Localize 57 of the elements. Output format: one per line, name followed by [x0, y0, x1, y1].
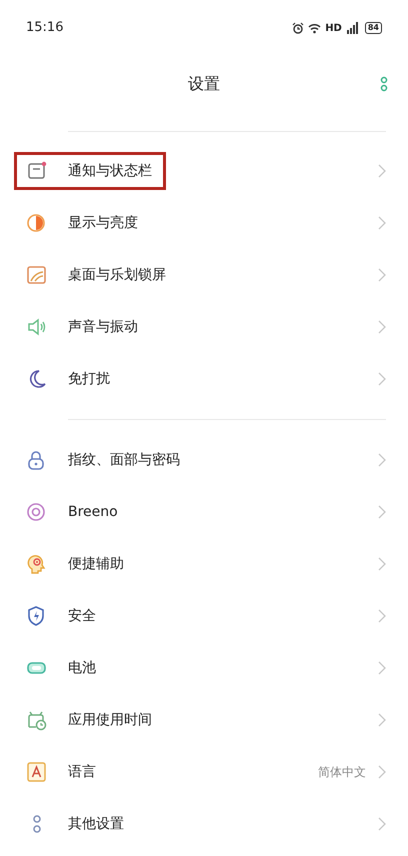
chevron-icon	[378, 505, 386, 519]
setting-label: 其他设置	[68, 814, 124, 834]
settings-row[interactable]: Breeno	[0, 486, 408, 538]
setting-label: 桌面与乐划锁屏	[68, 266, 166, 284]
setting-label: 电池	[68, 658, 96, 678]
image-icon	[26, 264, 48, 286]
chevron-icon	[378, 609, 386, 623]
settings-row[interactable]: 声音与振动	[0, 301, 408, 353]
setting-label: 指纹、面部与密码	[68, 450, 180, 470]
settings-row[interactable]: 其他设置	[0, 798, 408, 850]
settings-row[interactable]: 便捷辅助	[0, 538, 408, 590]
clock-text: 15:16	[26, 19, 64, 38]
settings-row[interactable]: 免打扰	[0, 353, 408, 405]
chevron-icon	[378, 557, 386, 571]
setting-label: 免打扰	[68, 370, 110, 388]
target-icon	[26, 501, 48, 523]
setting-label: 便捷辅助	[68, 554, 124, 574]
setting-label: 显示与亮度	[68, 214, 138, 232]
setting-label: 语言	[68, 762, 96, 782]
wifi-icon	[308, 22, 322, 34]
notification-icon	[26, 160, 48, 182]
chevron-icon	[378, 817, 386, 831]
settings-row[interactable]: 通知与状态栏	[0, 145, 408, 197]
head-icon	[26, 553, 48, 575]
chevron-icon	[378, 216, 386, 230]
chevron-icon	[378, 164, 386, 178]
setting-value: 简体中文	[318, 764, 366, 781]
page-title: 设置	[188, 73, 220, 95]
settings-row[interactable]: 指纹、面部与密码	[0, 434, 408, 486]
chevron-icon	[378, 320, 386, 334]
alarm-icon	[292, 22, 304, 34]
settings-row[interactable]: 桌面与乐划锁屏	[0, 249, 408, 301]
more-options-icon[interactable]	[380, 76, 388, 92]
setting-label: 声音与振动	[68, 318, 138, 336]
chevron-icon	[378, 268, 386, 282]
contrast-icon	[26, 212, 48, 234]
chevron-icon	[378, 372, 386, 386]
chevron-icon	[378, 765, 386, 779]
network-text: HD	[325, 22, 342, 36]
settings-row[interactable]: 应用使用时间	[0, 694, 408, 746]
setting-label: Breeno	[68, 502, 118, 522]
settings-row[interactable]: 电池	[0, 642, 408, 694]
setting-label: 安全	[68, 606, 96, 626]
letter-icon	[26, 761, 48, 783]
chevron-icon	[378, 453, 386, 467]
settings-row[interactable]: 显示与亮度	[0, 197, 408, 249]
chevron-icon	[378, 713, 386, 727]
settings-row[interactable]: 语言 简体中文	[0, 746, 408, 798]
setting-label: 应用使用时间	[68, 710, 152, 730]
timer-icon	[26, 709, 48, 731]
settings-row[interactable]: 安全	[0, 590, 408, 642]
battery-indicator: 84	[364, 22, 382, 34]
two-dots-icon	[33, 815, 41, 833]
speaker-icon	[26, 316, 48, 338]
setting-label: 通知与状态栏	[68, 162, 152, 180]
signal-icon	[346, 22, 358, 34]
chevron-icon	[378, 661, 386, 675]
